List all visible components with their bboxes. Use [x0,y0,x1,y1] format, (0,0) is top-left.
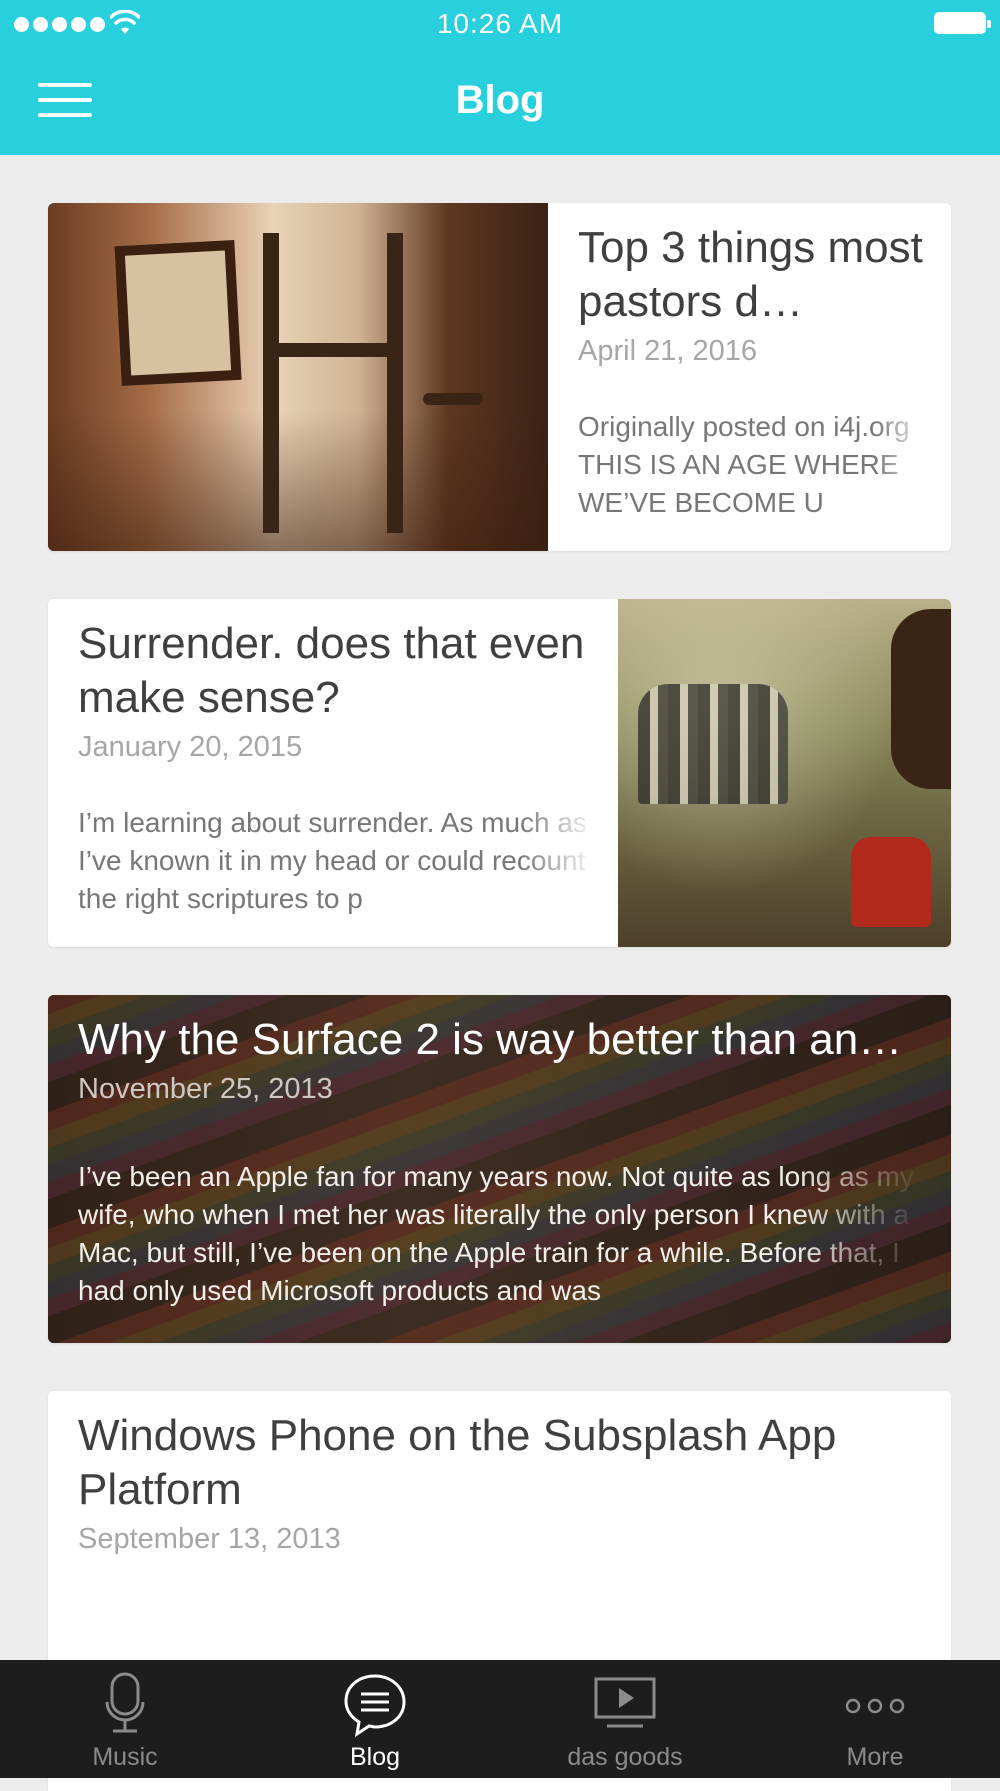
tab-music[interactable]: Music [0,1660,250,1778]
microphone-icon [105,1672,145,1733]
blog-post-card[interactable]: Surrender. does that even make sense? Ja… [48,599,951,947]
tab-das-goods[interactable]: das goods [500,1660,750,1778]
post-title: Why the Surface 2 is way better than an… [78,1015,903,1064]
post-thumbnail [48,203,548,551]
tab-label: Music [92,1743,158,1771]
page-title: Blog [455,78,545,122]
post-excerpt: Originally posted on i4j.org THIS IS AN … [578,411,910,518]
post-date: September 13, 2013 [78,1523,341,1555]
status-bar: 10:26 AM [0,0,1000,50]
battery-icon [934,12,991,34]
post-date: April 21, 2016 [578,335,757,367]
post-date: January 20, 2015 [78,731,303,763]
post-excerpt: I’m learning about surrender. As much as… [78,807,587,914]
post-thumbnail [618,599,951,947]
post-title: Top 3 things most pastors d… [578,223,923,326]
tab-blog[interactable]: Blog [250,1660,500,1778]
bottom-tab-bar: Music Blog das goods More [0,1660,1000,1778]
tab-label: More [846,1743,904,1771]
chat-bubble-icon [344,1674,406,1738]
video-play-icon [594,1677,656,1728]
tab-label: das goods [567,1743,683,1771]
tab-more[interactable]: More [750,1660,1000,1778]
post-title: Windows Phone on the Subsplash App Platf… [78,1411,837,1514]
post-title: Surrender. does that even make sense? [78,619,585,722]
tab-label: Blog [349,1743,401,1771]
app-header: 10:26 AM Blog [0,0,1000,155]
blog-post-card[interactable]: Top 3 things most pastors d… April 21, 2… [48,203,951,551]
status-time: 10:26 AM [436,8,564,39]
more-dots-icon [845,1698,905,1714]
post-excerpt: I’ve been an Apple fan for many years no… [78,1161,914,1306]
post-date: November 25, 2013 [78,1073,333,1105]
blog-post-card[interactable]: Why the Surface 2 is way better than an…… [48,995,951,1343]
